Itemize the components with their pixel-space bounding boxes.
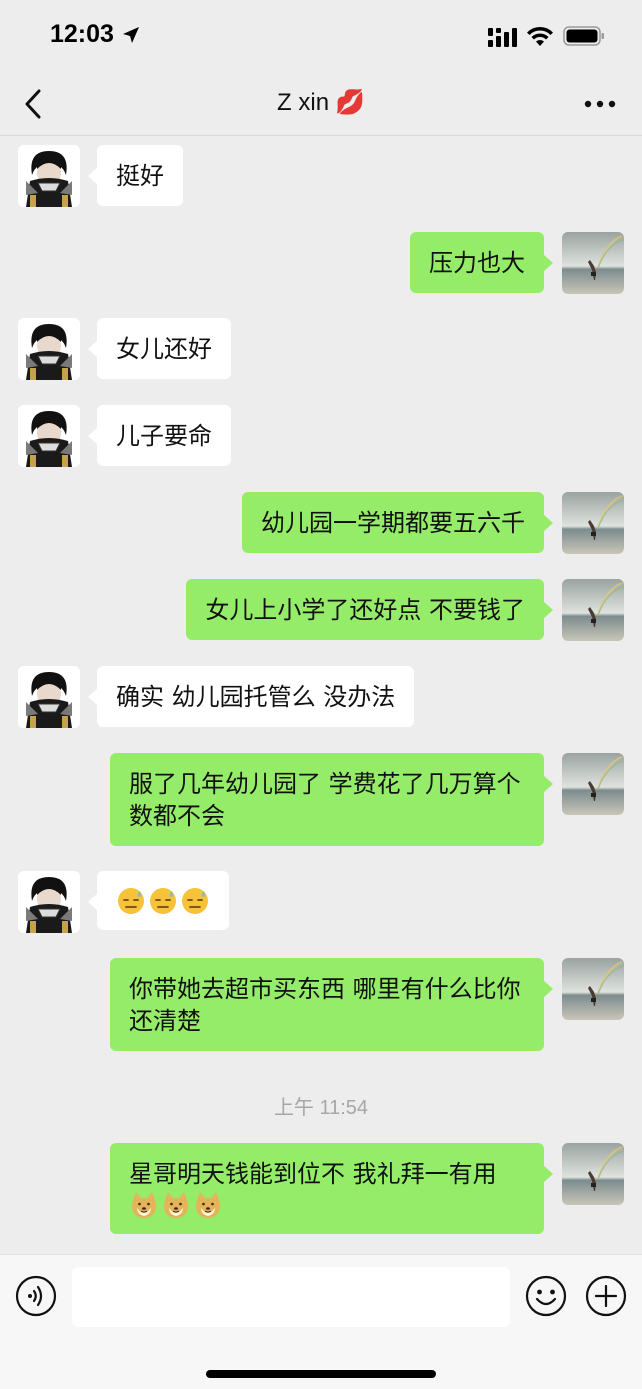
message-list[interactable]: 挺好 压力也大 女儿还好 儿子要命 幼儿园一学期都要五六千 女儿上小学了还好点 … bbox=[0, 137, 642, 1254]
doge-icon bbox=[164, 1192, 188, 1218]
location-arrow-icon bbox=[123, 27, 139, 43]
status-bar: 12:03 bbox=[0, 0, 642, 70]
message-bubble-received[interactable]: 确实 幼儿园托管么 没办法 bbox=[87, 666, 415, 727]
contact-avatar[interactable] bbox=[18, 871, 80, 933]
doge-icon bbox=[132, 1192, 156, 1218]
message-text: 星哥明天钱能到位不 我礼拜一有用 bbox=[129, 1160, 497, 1188]
contact-avatar[interactable] bbox=[18, 318, 80, 380]
message-bubble-sent[interactable]: 女儿上小学了还好点 不要钱了 bbox=[186, 579, 553, 640]
message-bubble-sent[interactable]: 压力也大 bbox=[410, 232, 553, 293]
status-time: 12:03 bbox=[50, 20, 114, 48]
emoji-row bbox=[116, 886, 210, 916]
battery-icon bbox=[563, 26, 604, 46]
self-avatar[interactable] bbox=[562, 1143, 624, 1205]
self-avatar[interactable] bbox=[562, 579, 624, 641]
chat-screen: 12:03 Z xin 💋 挺好 压力也大 女儿还好 儿子要命 幼儿园一学期都要… bbox=[0, 0, 642, 1389]
contact-avatar[interactable] bbox=[18, 666, 80, 728]
contact-avatar[interactable] bbox=[18, 405, 80, 467]
more-icon[interactable] bbox=[584, 100, 616, 108]
home-indicator bbox=[206, 1370, 436, 1378]
message-bubble-received[interactable]: 儿子要命 bbox=[88, 405, 231, 466]
message-input[interactable] bbox=[72, 1267, 510, 1327]
self-avatar[interactable] bbox=[562, 753, 624, 815]
voice-icon[interactable] bbox=[15, 1275, 57, 1317]
self-avatar[interactable] bbox=[562, 958, 624, 1020]
chat-title-emoji: 💋 bbox=[335, 88, 365, 116]
signal-icon bbox=[488, 28, 517, 47]
emoji-icon[interactable] bbox=[525, 1275, 567, 1317]
message-bubble-sent[interactable]: 星哥明天钱能到位不 我礼拜一有用 bbox=[110, 1143, 553, 1234]
emoji-row bbox=[129, 1190, 525, 1220]
message-bubble-sent[interactable]: 你带她去超市买东西 哪里有什么比你还清楚 bbox=[110, 958, 553, 1051]
contact-avatar[interactable] bbox=[18, 145, 80, 207]
chat-title-text: Z xin bbox=[277, 89, 330, 116]
message-bubble-received[interactable]: 女儿还好 bbox=[88, 318, 231, 379]
message-bubble-sent[interactable]: 服了几年幼儿园了 学费花了几万算个数都不会 bbox=[110, 753, 553, 846]
doge-icon bbox=[196, 1192, 220, 1218]
sweat-face-icon bbox=[182, 888, 208, 914]
sweat-face-icon bbox=[150, 888, 176, 914]
sweat-face-icon bbox=[118, 888, 144, 914]
self-avatar[interactable] bbox=[562, 232, 624, 294]
wifi-icon bbox=[527, 26, 553, 46]
nav-bar: Z xin 💋 bbox=[0, 70, 642, 136]
message-timestamp: 上午 11:54 bbox=[273, 1097, 369, 1119]
message-bubble-received[interactable] bbox=[88, 871, 229, 930]
message-bubble-sent[interactable]: 幼儿园一学期都要五六千 bbox=[242, 492, 553, 553]
input-bar bbox=[0, 1254, 642, 1389]
message-bubble-received[interactable]: 挺好 bbox=[88, 145, 183, 206]
plus-icon[interactable] bbox=[585, 1275, 627, 1317]
self-avatar[interactable] bbox=[562, 492, 624, 554]
chat-title: Z xin 💋 bbox=[0, 88, 642, 117]
